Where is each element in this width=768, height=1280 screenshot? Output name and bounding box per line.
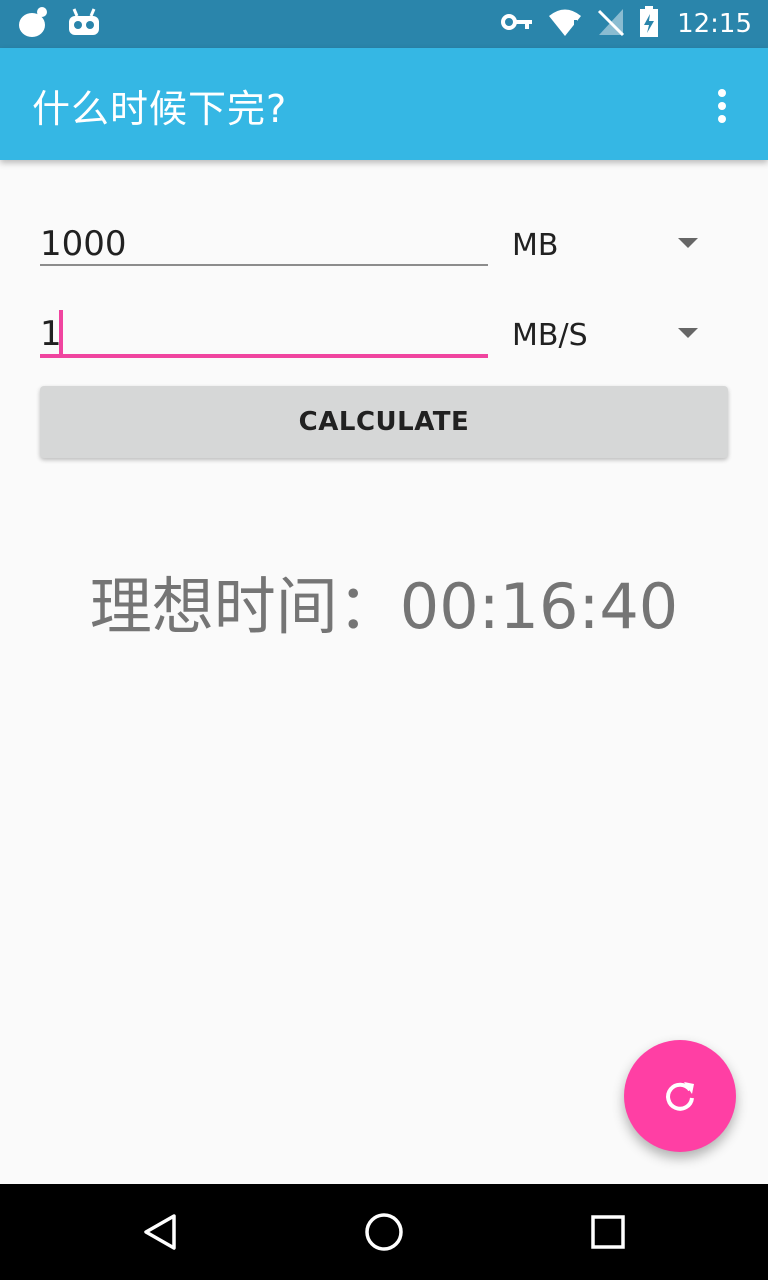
status-left-icons <box>18 6 100 42</box>
cyanogen-bot-icon <box>68 8 100 40</box>
dropdown-arrow-icon <box>678 328 698 338</box>
refresh-icon <box>666 1082 694 1111</box>
signal-icon <box>597 7 625 41</box>
vpn-key-icon <box>501 12 533 36</box>
screen: 12:15 什么时候下完? 1000 MB 1 MB/S CALCULATE 理… <box>0 0 768 1280</box>
size-unit-value: MB <box>512 228 559 263</box>
dropdown-arrow-icon <box>678 238 698 248</box>
size-input-underline <box>40 264 488 266</box>
home-circle-icon <box>365 1213 403 1251</box>
navigation-bar <box>0 1184 768 1280</box>
status-bar: 12:15 <box>0 0 768 48</box>
back-triangle-icon <box>144 1214 176 1250</box>
back-button[interactable] <box>136 1208 184 1256</box>
home-button[interactable] <box>360 1208 408 1256</box>
app-bar: 什么时候下完? <box>0 48 768 160</box>
calculate-button[interactable]: CALCULATE <box>40 386 728 458</box>
more-vert-icon <box>718 89 726 123</box>
size-unit-dropdown[interactable]: MB <box>512 210 712 266</box>
size-input[interactable]: 1000 <box>40 210 488 266</box>
size-input-value: 1000 <box>40 224 127 264</box>
speed-unit-dropdown[interactable]: MB/S <box>512 300 712 356</box>
recents-square-icon <box>591 1215 625 1249</box>
speed-unit-value: MB/S <box>512 318 588 353</box>
refresh-fab[interactable] <box>624 1040 736 1152</box>
recents-button[interactable] <box>584 1208 632 1256</box>
android-icon <box>18 6 48 42</box>
app-title: 什么时候下完? <box>32 87 288 131</box>
overflow-menu-button[interactable] <box>698 82 746 130</box>
speed-input[interactable]: 1 <box>40 300 488 358</box>
status-right-icons: 12:15 <box>501 6 752 42</box>
status-time: 12:15 <box>677 9 752 39</box>
wifi-icon <box>547 7 583 41</box>
text-cursor <box>59 310 63 356</box>
speed-input-underline <box>40 354 488 358</box>
result-text: 理想时间：00:16:40 <box>89 570 679 643</box>
battery-charging-icon <box>639 6 659 42</box>
